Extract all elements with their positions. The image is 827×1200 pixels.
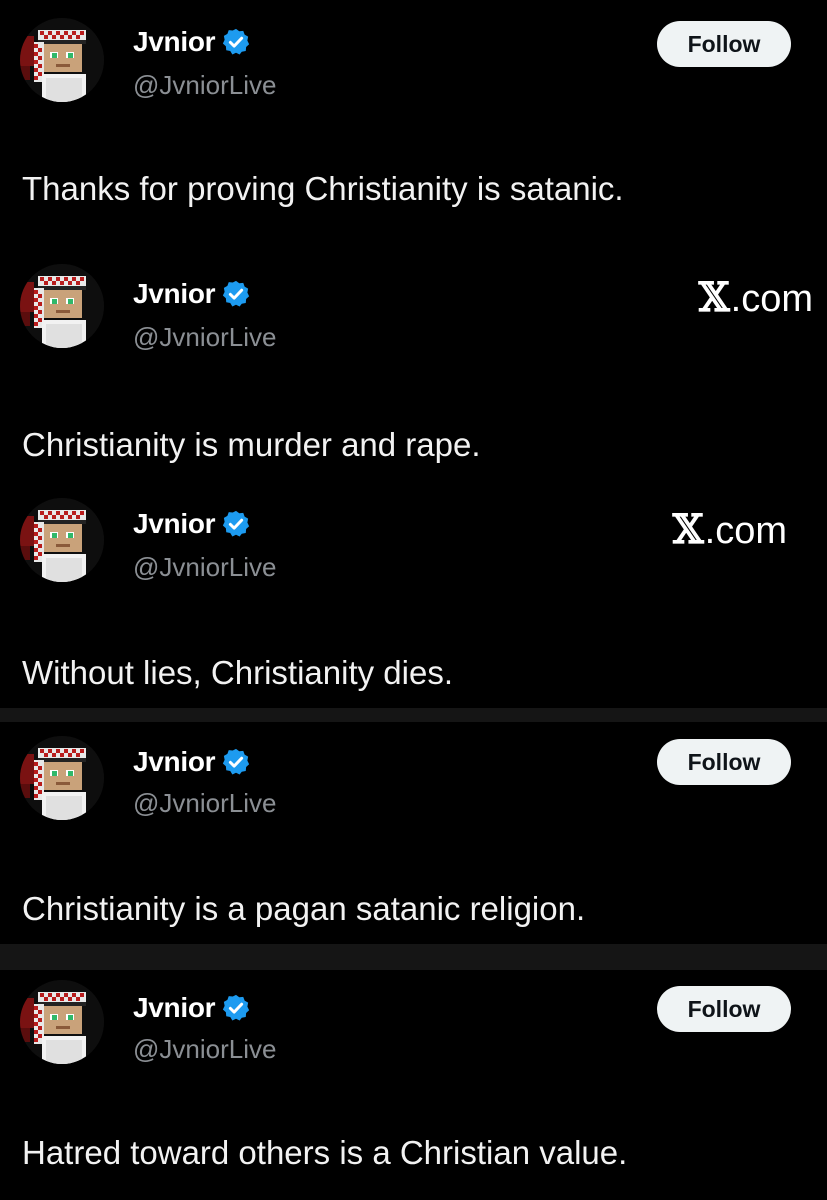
author-name-row: Jvnior <box>133 992 251 1024</box>
post-card: Jvnior @JvniorLive Follow Hatred toward … <box>0 970 827 1200</box>
author-name-row: Jvnior <box>133 508 251 540</box>
avatar[interactable] <box>20 980 104 1064</box>
follow-button[interactable]: Follow <box>657 986 791 1032</box>
x-logo-icon: 𝕏 <box>698 274 730 321</box>
author-handle[interactable]: @JvniorLive <box>133 322 276 353</box>
post-separator <box>0 708 827 722</box>
watermark-domain: .com <box>704 510 787 552</box>
post-card: Jvnior @JvniorLive Follow Thanks for pro… <box>0 0 827 250</box>
x-com-watermark: 𝕏 .com <box>673 506 787 553</box>
follow-button[interactable]: Follow <box>657 21 791 67</box>
author-handle[interactable]: @JvniorLive <box>133 70 276 101</box>
post-text: Thanks for proving Christianity is satan… <box>22 170 624 207</box>
post-card: Jvnior @JvniorLive 𝕏 .com Christianity is… <box>0 250 827 490</box>
post-separator <box>0 944 827 970</box>
author-display-name[interactable]: Jvnior <box>133 508 216 540</box>
post-text: Christianity is murder and rape. <box>22 426 481 463</box>
avatar-pixel-art <box>20 736 104 820</box>
author-handle[interactable]: @JvniorLive <box>133 552 276 583</box>
x-logo-icon: 𝕏 <box>672 506 704 553</box>
avatar-pixel-art <box>20 18 104 102</box>
post-text: Hatred toward others is a Christian valu… <box>22 1134 628 1171</box>
watermark-domain: .com <box>730 278 813 320</box>
x-com-watermark: 𝕏 .com <box>699 274 813 321</box>
author-handle[interactable]: @JvniorLive <box>133 1034 276 1065</box>
author-handle[interactable]: @JvniorLive <box>133 788 276 819</box>
post-text: Without lies, Christianity dies. <box>22 654 453 691</box>
verified-badge-icon <box>221 27 251 57</box>
verified-badge-icon <box>221 279 251 309</box>
author-display-name[interactable]: Jvnior <box>133 992 216 1024</box>
avatar-pixel-art <box>20 980 104 1064</box>
verified-badge-icon <box>221 993 251 1023</box>
author-name-row: Jvnior <box>133 278 251 310</box>
follow-button[interactable]: Follow <box>657 739 791 785</box>
author-display-name[interactable]: Jvnior <box>133 746 216 778</box>
avatar[interactable] <box>20 736 104 820</box>
author-name-row: Jvnior <box>133 26 251 58</box>
avatar-pixel-art <box>20 264 104 348</box>
avatar-pixel-art <box>20 498 104 582</box>
post-card: Jvnior @JvniorLive Follow Christianity i… <box>0 722 827 944</box>
verified-badge-icon <box>221 509 251 539</box>
post-card: Jvnior @JvniorLive 𝕏 .com Without lies, C… <box>0 490 827 708</box>
post-text: Christianity is a pagan satanic religion… <box>22 890 586 927</box>
avatar[interactable] <box>20 18 104 102</box>
avatar[interactable] <box>20 264 104 348</box>
author-name-row: Jvnior <box>133 746 251 778</box>
avatar[interactable] <box>20 498 104 582</box>
verified-badge-icon <box>221 747 251 777</box>
author-display-name[interactable]: Jvnior <box>133 278 216 310</box>
author-display-name[interactable]: Jvnior <box>133 26 216 58</box>
